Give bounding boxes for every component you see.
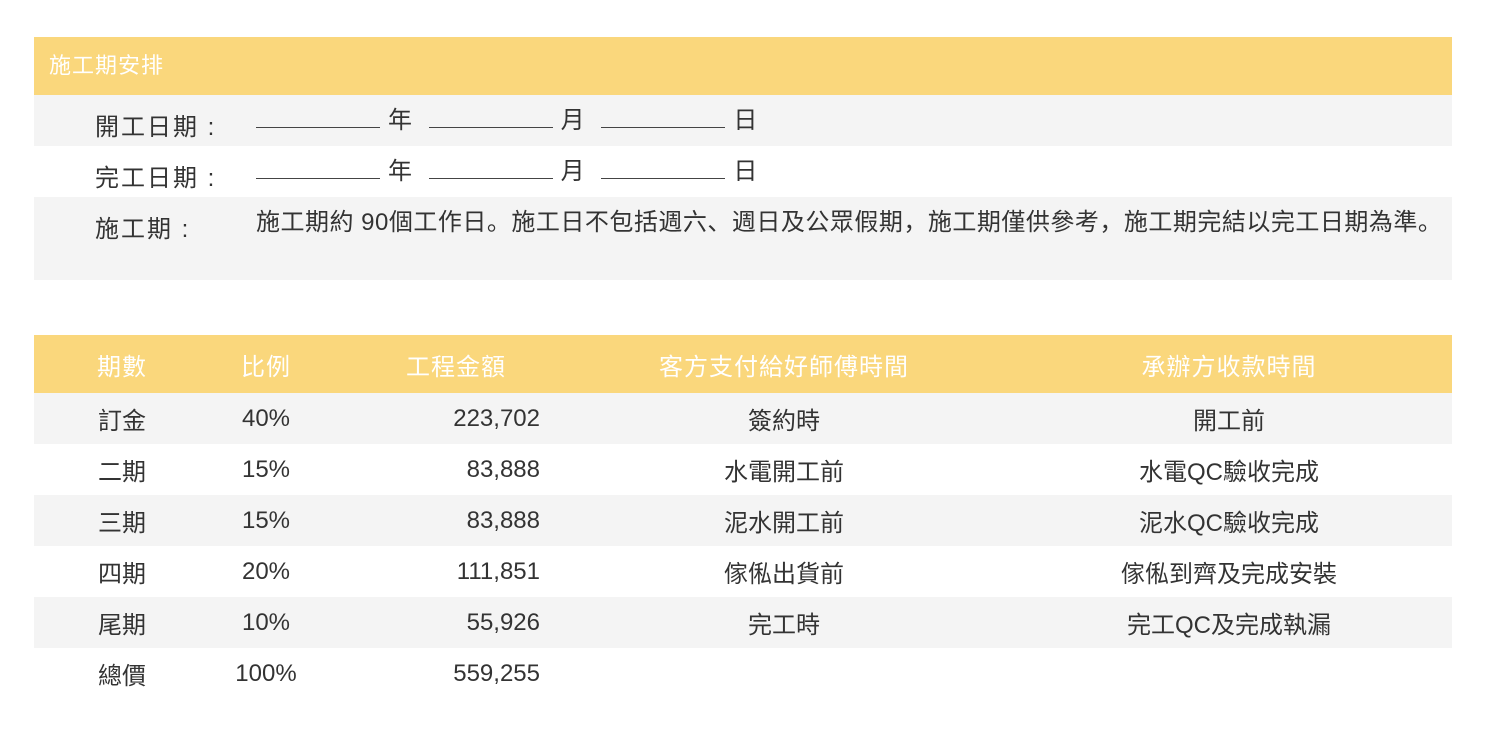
cell-client-pay: 泥水開工前 [724, 510, 844, 537]
table-row: 三期 15% 83,888 泥水開工前 泥水QC驗收完成 [34, 495, 1452, 546]
cell-ratio: 15% [241, 455, 291, 483]
table-row: 訂金 40% 223,702 簽約時 開工前 [34, 393, 1452, 444]
end-date-row: 完工日期 : 年 月 日 [34, 146, 1452, 197]
cell-receipt: 傢俬到齊及完成安裝 [1121, 561, 1337, 588]
cell-amount: 111,851 [456, 557, 540, 585]
cell-ratio: 100% [235, 659, 297, 687]
start-date-row: 開工日期 : 年 月 日 [34, 95, 1452, 146]
table-row-total: 總價 100% 559,255 [34, 648, 1452, 699]
header-amount: 工程金額 [406, 353, 506, 381]
start-month-unit: 月 [560, 107, 586, 134]
start-date-label: 開工日期 : [95, 114, 217, 141]
end-day-unit: 日 [733, 158, 758, 185]
cell-client-pay: 完工時 [748, 612, 820, 639]
cell-stage: 總價 [98, 663, 146, 690]
cell-stage: 訂金 [98, 408, 146, 435]
cell-receipt: 水電QC驗收完成 [1139, 459, 1319, 486]
cell-amount: 55,926 [466, 608, 540, 636]
start-day-unit: 日 [733, 107, 758, 134]
end-date-label: 完工日期 : [95, 165, 217, 192]
cell-stage: 四期 [98, 561, 146, 588]
header-ratio: 比例 [241, 353, 291, 381]
start-day-blank[interactable] [601, 107, 726, 128]
cell-receipt: 完工QC及完成執漏 [1127, 612, 1331, 639]
cell-client-pay [594, 648, 974, 699]
cell-amount: 83,888 [466, 455, 540, 483]
cell-ratio: 20% [241, 557, 291, 585]
cell-client-pay: 簽約時 [748, 408, 820, 435]
schedule-section-title: 施工期安排 [34, 37, 1452, 95]
cell-ratio: 15% [241, 506, 291, 534]
cell-receipt: 泥水QC驗收完成 [1139, 510, 1319, 537]
cell-ratio: 10% [241, 608, 291, 636]
end-year-blank[interactable] [256, 158, 380, 179]
end-month-unit: 月 [560, 158, 586, 185]
cell-amount: 223,702 [453, 404, 540, 432]
payment-table: 期數 比例 工程金額 客方支付給好師傅時間 承辦方收款時間 訂金 40% 223… [34, 335, 1452, 699]
cell-receipt [1014, 648, 1444, 699]
header-client-pay: 客方支付給好師傅時間 [659, 353, 909, 381]
cell-amount: 83,888 [466, 506, 540, 534]
cell-stage: 三期 [98, 510, 146, 537]
table-row: 尾期 10% 55,926 完工時 完工QC及完成執漏 [34, 597, 1452, 648]
end-date-value: 年 月 日 [256, 156, 1448, 187]
start-year-unit: 年 [388, 107, 413, 134]
header-stage: 期數 [97, 353, 147, 381]
payment-table-header: 期數 比例 工程金額 客方支付給好師傅時間 承辦方收款時間 [34, 335, 1452, 393]
table-row: 二期 15% 83,888 水電開工前 水電QC驗收完成 [34, 444, 1452, 495]
end-month-blank[interactable] [428, 158, 553, 179]
cell-stage: 二期 [98, 459, 146, 486]
period-row: 施工期 : 施工期約 90個工作日。施工日不包括週六、週日及公眾假期，施工期僅供… [34, 197, 1452, 280]
cell-amount: 559,255 [453, 659, 540, 687]
cell-client-pay: 水電開工前 [724, 459, 844, 486]
cell-receipt: 開工前 [1193, 408, 1265, 435]
cell-client-pay: 傢俬出貨前 [724, 561, 844, 588]
end-year-unit: 年 [388, 158, 413, 185]
start-date-value: 年 月 日 [256, 105, 1448, 136]
period-label: 施工期 : [95, 216, 191, 243]
table-row: 四期 20% 111,851 傢俬出貨前 傢俬到齊及完成安裝 [34, 546, 1452, 597]
end-day-blank[interactable] [601, 158, 726, 179]
header-receipt: 承辦方收款時間 [1141, 353, 1317, 381]
period-text: 施工期約 90個工作日。施工日不包括週六、週日及公眾假期，施工期僅供參考，施工期… [256, 209, 1443, 236]
cell-ratio: 40% [241, 404, 291, 432]
cell-stage: 尾期 [98, 612, 146, 639]
start-month-blank[interactable] [428, 107, 553, 128]
start-year-blank[interactable] [256, 107, 380, 128]
